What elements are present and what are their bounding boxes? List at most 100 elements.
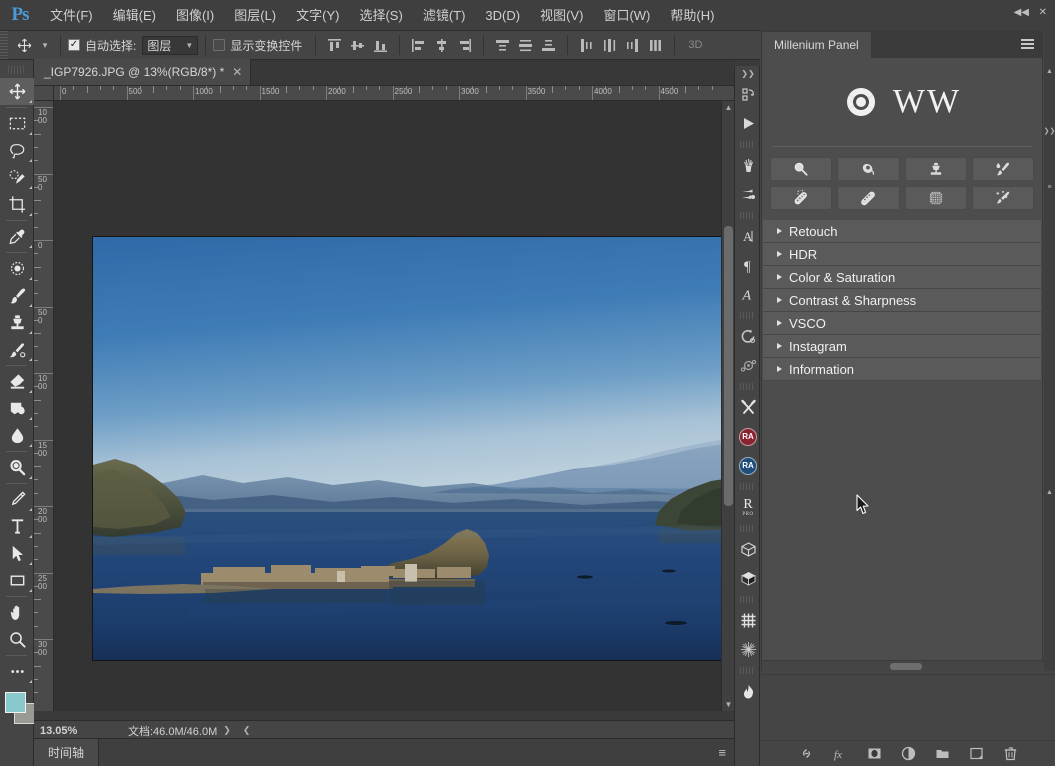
close-icon[interactable]: ✕ xyxy=(232,65,242,79)
tab-millenium-panel[interactable]: Millenium Panel xyxy=(762,32,871,58)
section-vsco[interactable]: VSCO xyxy=(763,312,1041,335)
dock-group-grip[interactable] xyxy=(740,212,754,219)
status-expand-icon[interactable]: ❯ xyxy=(217,725,237,736)
distribute-vertical-centers-button[interactable] xyxy=(514,34,537,56)
lasso-tool-button[interactable] xyxy=(0,137,34,164)
menu-image[interactable]: 图像(I) xyxy=(166,0,224,31)
canvas-area[interactable] xyxy=(54,101,721,711)
foreground-color-swatch[interactable] xyxy=(5,692,26,713)
section-information[interactable]: Information xyxy=(763,358,1041,381)
new-group-button[interactable] xyxy=(934,745,951,762)
path-selection-tool-button[interactable] xyxy=(0,540,34,567)
link-layers-button[interactable] xyxy=(798,745,815,762)
edit-toolbar-tool-button[interactable] xyxy=(0,658,34,685)
dock-group-grip[interactable] xyxy=(740,383,754,390)
auto-select-checkbox[interactable]: ✓ xyxy=(68,39,80,51)
vertical-scroll-thumb[interactable] xyxy=(724,226,733,506)
distribute-horizontal-centers-button[interactable] xyxy=(598,34,621,56)
collapse-panels-icon[interactable]: ◀◀ xyxy=(1014,7,1029,18)
align-bottom-edges-button[interactable] xyxy=(369,34,392,56)
align-right-edges-button[interactable] xyxy=(453,34,476,56)
vertical-ruler[interactable]: 1000500050010001500200025003000 xyxy=(34,101,54,711)
new-layer-button[interactable] xyxy=(968,745,985,762)
character-panel-icon[interactable]: A xyxy=(735,222,761,251)
side-strip-caret-icon[interactable]: ▲ xyxy=(1044,486,1055,498)
horizontal-ruler[interactable]: 050010001500200025003000350040004500 xyxy=(54,86,734,101)
spot-healing-brush-tool-button[interactable] xyxy=(0,255,34,282)
pen-tool-button[interactable] xyxy=(0,486,34,513)
menu-view[interactable]: 视图(V) xyxy=(530,0,593,31)
millenium-panel-scrollbar[interactable] xyxy=(762,660,1044,671)
zoom-tool-button[interactable] xyxy=(0,626,34,653)
brush-tool-button[interactable] xyxy=(0,282,34,309)
timeline-panel-icon[interactable] xyxy=(735,322,761,351)
eraser-tool-button[interactable] xyxy=(0,368,34,395)
retouch-pro-panel-icon[interactable]: RPRO xyxy=(735,493,761,522)
delete-layer-button[interactable] xyxy=(1002,745,1019,762)
align-left-edges-button[interactable] xyxy=(407,34,430,56)
layer-mask-button[interactable] xyxy=(866,745,883,762)
status-collapse-icon[interactable]: ❮ xyxy=(237,725,257,736)
menu-type[interactable]: 文字(Y) xyxy=(286,0,349,31)
grid-panel-icon[interactable] xyxy=(735,606,761,635)
tools-extension-icon[interactable] xyxy=(735,393,761,422)
align-vertical-centers-button[interactable] xyxy=(346,34,369,56)
actions-panel-icon[interactable] xyxy=(735,109,761,138)
dodge-tool-button[interactable] xyxy=(0,454,34,481)
distribute-bottom-edges-button[interactable] xyxy=(537,34,560,56)
tool-preset-chevron-down-icon[interactable]: ▾ xyxy=(37,34,53,56)
quick-selection-tool-button[interactable] xyxy=(0,164,34,191)
options-bar-grip[interactable] xyxy=(0,31,8,60)
clone-stamp-tool-button[interactable] xyxy=(0,309,34,336)
dock-group-grip[interactable] xyxy=(740,312,754,319)
timeline-tab[interactable]: 时间轴 xyxy=(34,739,99,766)
paragraph-panel-icon[interactable]: ¶ xyxy=(735,251,761,280)
glyphs-panel-icon[interactable]: A xyxy=(735,280,761,309)
blur-tool-button[interactable] xyxy=(0,422,34,449)
gradient-tool-button[interactable] xyxy=(0,395,34,422)
side-strip-menu-icon[interactable]: ≡ xyxy=(1044,181,1055,193)
3d-cube-dark-icon[interactable] xyxy=(735,564,761,593)
canvas-vertical-scrollbar[interactable]: ▲ ▼ xyxy=(721,101,734,711)
side-strip-chevron-icon[interactable]: ▲ xyxy=(1044,65,1055,77)
retouch-artist-blue-icon[interactable]: RA xyxy=(735,451,761,480)
spot-healing-tool-button[interactable] xyxy=(770,186,832,210)
tools-panel-grip[interactable] xyxy=(8,66,25,74)
menu-3d[interactable]: 3D(D) xyxy=(475,0,530,31)
millenium-panel-menu-icon[interactable] xyxy=(1021,39,1034,50)
dock-group-grip[interactable] xyxy=(740,596,754,603)
side-strip-expand-icon[interactable]: ❯❯ xyxy=(1044,125,1055,137)
menu-filter[interactable]: 滤镜(T) xyxy=(413,0,476,31)
retouch-artist-red-icon[interactable]: RA xyxy=(735,422,761,451)
dock-expand-icon[interactable]: ❯❯ xyxy=(735,66,761,80)
dock-group-grip[interactable] xyxy=(740,141,754,148)
dock-group-grip[interactable] xyxy=(740,483,754,490)
timeline-menu-icon[interactable]: ≡ xyxy=(718,745,726,760)
brush-settings-panel-icon[interactable] xyxy=(735,180,761,209)
3d-panel-icon[interactable] xyxy=(735,351,761,380)
quick-fix-tool-button[interactable] xyxy=(972,186,1034,210)
history-panel-icon[interactable] xyxy=(735,80,761,109)
menu-window[interactable]: 窗口(W) xyxy=(593,0,660,31)
section-color-saturation[interactable]: Color & Saturation xyxy=(763,266,1041,289)
eyedropper-tool-button[interactable] xyxy=(0,223,34,250)
zoom-level-field[interactable]: 13.05% xyxy=(34,725,96,737)
dock-group-grip[interactable] xyxy=(740,667,754,674)
mixer-brush-tool-button[interactable] xyxy=(972,157,1034,181)
3d-cube-light-icon[interactable] xyxy=(735,535,761,564)
adjustment-layer-button[interactable] xyxy=(900,745,917,762)
hand-tool-button[interactable] xyxy=(0,599,34,626)
dock-group-grip[interactable] xyxy=(740,525,754,532)
move-tool-icon[interactable] xyxy=(11,34,37,56)
layer-style-button[interactable]: fx xyxy=(832,745,849,762)
menu-select[interactable]: 选择(S) xyxy=(349,0,412,31)
healing-brush-tool-button[interactable] xyxy=(837,186,899,210)
menu-edit[interactable]: 编辑(E) xyxy=(103,0,166,31)
horizontal-type-tool-button[interactable] xyxy=(0,513,34,540)
crop-tool-button[interactable] xyxy=(0,191,34,218)
flame-panel-icon[interactable] xyxy=(735,677,761,706)
millenium-scroll-thumb[interactable] xyxy=(890,663,922,670)
history-brush-tool-button[interactable] xyxy=(0,336,34,363)
distribute-top-edges-button[interactable] xyxy=(491,34,514,56)
clone-stamp-tool-button[interactable] xyxy=(905,157,967,181)
